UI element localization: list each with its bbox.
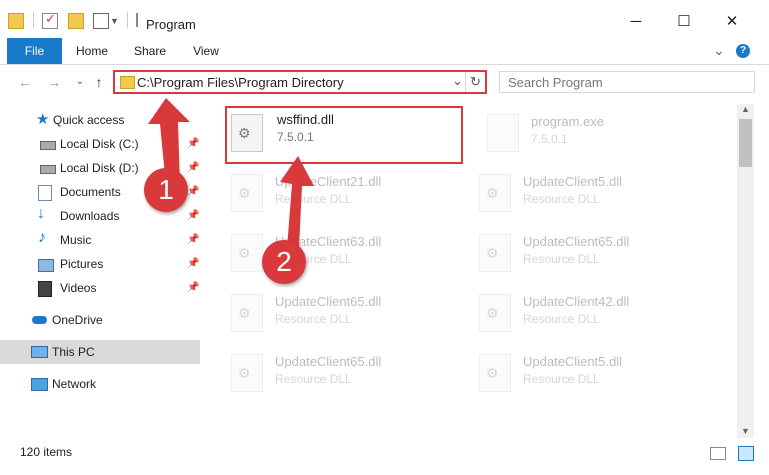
step-1-badge: 1 (144, 168, 188, 212)
step-2-badge: 2 (262, 240, 306, 284)
annotation-arrows (148, 98, 314, 248)
arrow-2 (280, 156, 314, 248)
